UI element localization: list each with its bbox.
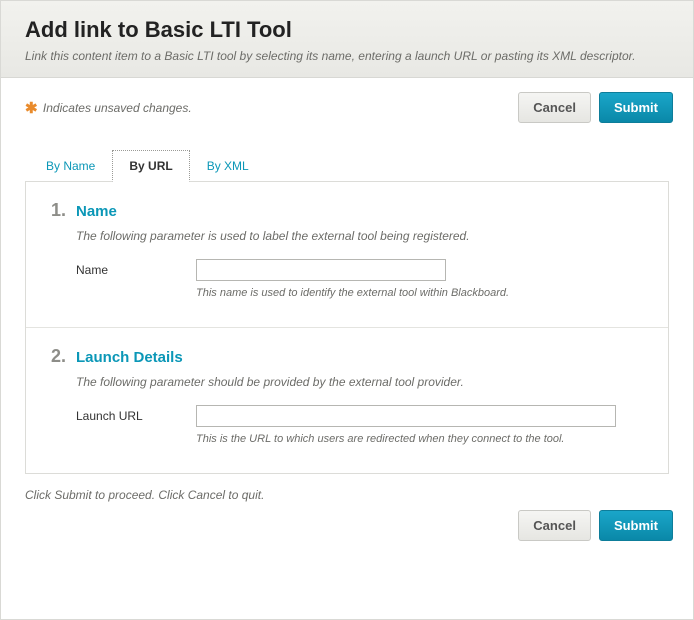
section-launch: 2. Launch Details The following paramete…	[26, 327, 668, 473]
cancel-button[interactable]: Cancel	[518, 510, 591, 541]
bottom-action-row: Cancel Submit	[25, 510, 673, 541]
name-field-wrap: This name is used to identify the extern…	[196, 259, 646, 299]
tab-by-xml[interactable]: By XML	[190, 150, 266, 182]
launch-url-field-row: Launch URL This is the URL to which user…	[76, 405, 646, 445]
submit-button[interactable]: Submit	[599, 92, 673, 123]
cancel-button[interactable]: Cancel	[518, 92, 591, 123]
name-hint: This name is used to identify the extern…	[196, 287, 646, 299]
section-name: 1. Name The following parameter is used …	[26, 182, 668, 327]
section-number: 1.	[48, 200, 66, 221]
name-field-row: Name This name is used to identify the e…	[76, 259, 646, 299]
tab-by-url[interactable]: By URL	[112, 150, 189, 182]
page-subtitle: Link this content item to a Basic LTI to…	[25, 49, 669, 63]
unsaved-indicator: ✱ Indicates unsaved changes.	[25, 99, 192, 117]
submit-button[interactable]: Submit	[599, 510, 673, 541]
name-input[interactable]	[196, 259, 446, 281]
name-field-label: Name	[76, 259, 196, 277]
footer: Click Submit to proceed. Click Cancel to…	[1, 474, 693, 555]
page: Add link to Basic LTI Tool Link this con…	[0, 0, 694, 620]
launch-url-wrap: This is the URL to which users are redir…	[196, 405, 646, 445]
launch-url-hint: This is the URL to which users are redir…	[196, 433, 646, 445]
asterisk-icon: ✱	[25, 100, 38, 117]
form-panel: 1. Name The following parameter is used …	[25, 181, 669, 474]
section-number: 2.	[48, 346, 66, 367]
bottom-button-group: Cancel Submit	[518, 510, 673, 541]
top-button-group: Cancel Submit	[518, 92, 673, 123]
section-title: Launch Details	[76, 349, 183, 366]
page-title: Add link to Basic LTI Tool	[25, 17, 669, 43]
tab-bar: By Name By URL By XML	[1, 131, 693, 181]
section-title: Name	[76, 203, 117, 220]
launch-url-label: Launch URL	[76, 405, 196, 423]
section-launch-heading: 2. Launch Details	[48, 346, 646, 367]
tab-by-name[interactable]: By Name	[29, 150, 112, 182]
header: Add link to Basic LTI Tool Link this con…	[1, 1, 693, 78]
unsaved-text: Indicates unsaved changes.	[43, 101, 192, 115]
section-name-heading: 1. Name	[48, 200, 646, 221]
top-action-row: ✱ Indicates unsaved changes. Cancel Subm…	[1, 78, 693, 131]
section-name-desc: The following parameter is used to label…	[76, 229, 646, 243]
footer-text: Click Submit to proceed. Click Cancel to…	[25, 488, 673, 502]
launch-url-input[interactable]	[196, 405, 616, 427]
section-launch-desc: The following parameter should be provid…	[76, 375, 646, 389]
